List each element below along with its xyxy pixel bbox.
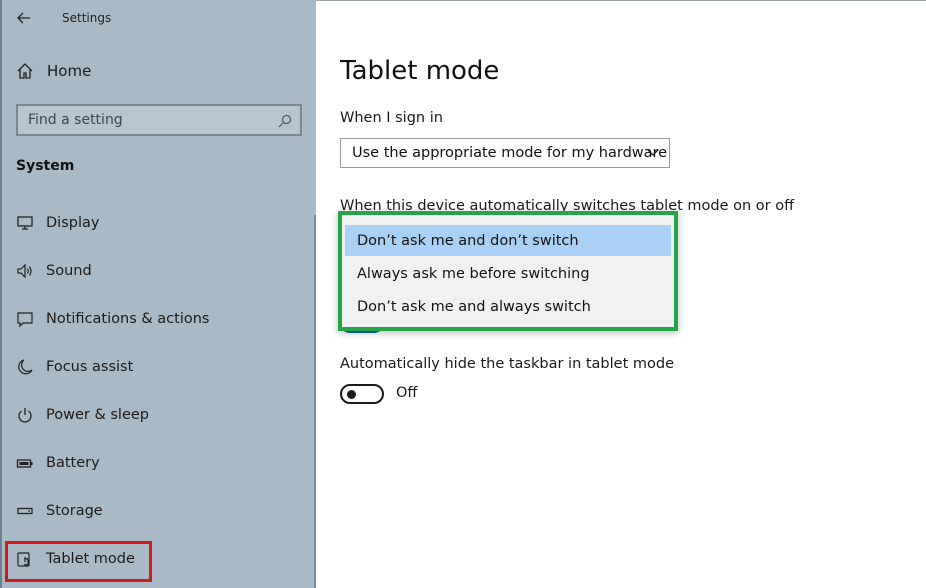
page-title: Tablet mode bbox=[340, 56, 500, 86]
storage-icon bbox=[17, 507, 33, 515]
power-icon bbox=[18, 408, 32, 423]
sidebar-item-label: Notifications & actions bbox=[46, 311, 210, 327]
dropdown-option-always-ask[interactable]: Always ask me before switching bbox=[345, 258, 671, 289]
notification-icon bbox=[17, 312, 33, 328]
search-input[interactable]: Find a setting bbox=[16, 104, 302, 136]
group-label-system: System bbox=[16, 158, 75, 174]
toggle-knob bbox=[347, 390, 356, 399]
sidebar-item-power-sleep[interactable]: Power & sleep bbox=[16, 406, 149, 424]
title-bar: Settings bbox=[16, 8, 111, 28]
signin-mode-value: Use the appropriate mode for my hardware bbox=[352, 145, 668, 161]
battery-icon bbox=[16, 459, 33, 468]
taskbar-hide-label: Automatically hide the taskbar in tablet… bbox=[340, 356, 675, 372]
tablet-mode-highlight-box bbox=[5, 541, 152, 582]
signin-label: When I sign in bbox=[340, 110, 443, 126]
home-label: Home bbox=[47, 62, 92, 80]
dropdown-option-dont-ask-dont-switch[interactable]: Don’t ask me and don’t switch bbox=[345, 225, 671, 256]
home-icon bbox=[17, 63, 33, 79]
sidebar-item-storage[interactable]: Storage bbox=[16, 502, 103, 520]
sidebar-item-label: Focus assist bbox=[46, 359, 134, 375]
sidebar-item-display[interactable]: Display bbox=[16, 214, 99, 232]
taskbar-hide-toggle[interactable] bbox=[340, 384, 384, 404]
sidebar-item-battery[interactable]: Battery bbox=[16, 454, 100, 472]
sidebar-item-focus-assist[interactable]: Focus assist bbox=[16, 358, 133, 376]
sidebar-item-notifications[interactable]: Notifications & actions bbox=[16, 310, 209, 328]
sidebar-item-sound[interactable]: Sound bbox=[16, 262, 92, 280]
home-link[interactable]: Home bbox=[16, 62, 91, 80]
top-divider bbox=[316, 0, 926, 1]
search-placeholder: Find a setting bbox=[28, 112, 123, 128]
search-icon[interactable] bbox=[278, 114, 292, 128]
display-icon bbox=[17, 216, 33, 230]
main-content: Tablet mode When I sign in Use the appro… bbox=[316, 0, 926, 588]
moon-icon bbox=[18, 359, 33, 375]
sidebar: Settings Home Find a setting System Disp… bbox=[0, 0, 317, 588]
chevron-down-icon bbox=[647, 149, 659, 156]
switch-mode-dropdown[interactable]: Don’t ask me and don’t switch Always ask… bbox=[338, 211, 678, 331]
sidebar-item-label: Display bbox=[46, 215, 100, 231]
back-arrow-icon[interactable] bbox=[16, 10, 32, 26]
window-title: Settings bbox=[62, 11, 112, 25]
sidebar-item-label: Power & sleep bbox=[46, 407, 149, 423]
sidebar-item-label: Battery bbox=[46, 455, 100, 471]
dropdown-option-dont-ask-always-switch[interactable]: Don’t ask me and always switch bbox=[345, 291, 671, 322]
sidebar-item-label: Sound bbox=[46, 263, 92, 279]
signin-mode-select[interactable]: Use the appropriate mode for my hardware bbox=[340, 138, 670, 168]
speaker-icon bbox=[17, 263, 32, 279]
sidebar-item-label: Storage bbox=[46, 503, 103, 519]
taskbar-toggle-state: Off bbox=[396, 385, 418, 401]
